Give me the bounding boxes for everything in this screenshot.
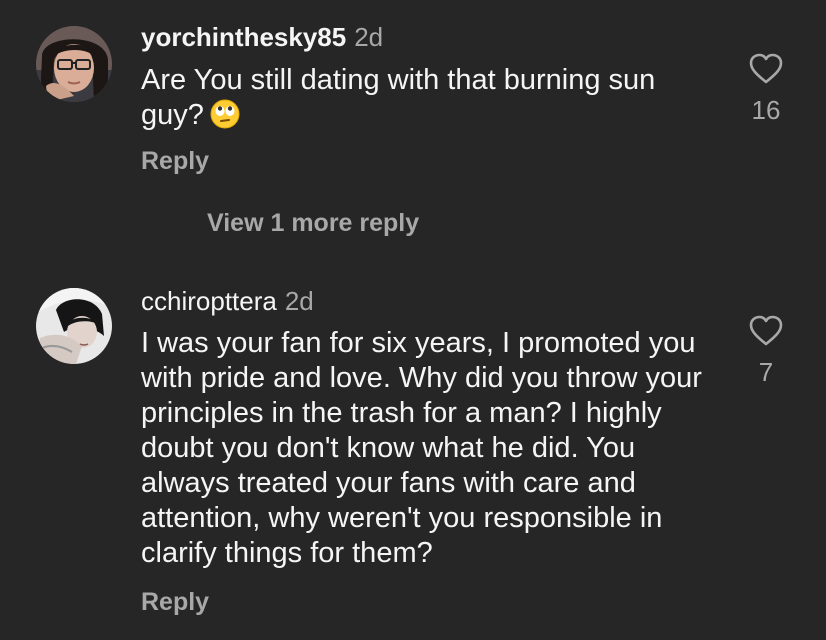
heart-icon[interactable]	[749, 315, 783, 347]
comment-age: 2d	[284, 286, 314, 316]
comment-age: 2d	[354, 22, 384, 52]
heart-icon[interactable]	[749, 53, 783, 85]
avatar-photo	[36, 288, 112, 364]
comment-username[interactable]: yorchinthesky85	[141, 22, 346, 52]
reply-button[interactable]: Reply	[141, 588, 721, 617]
comment-username: cchiropttera	[141, 286, 277, 316]
like-control: 16	[736, 53, 796, 126]
comment-text: Are You still dating with that burning s…	[141, 63, 721, 133]
view-more-replies-button[interactable]: View 1 more reply	[207, 209, 419, 238]
comment-meta: cchiropttera 2d	[141, 284, 721, 318]
avatar[interactable]	[36, 26, 112, 102]
face-with-rolling-eyes-icon	[210, 99, 240, 129]
comment-text: I was your fan for six years, I promoted…	[141, 327, 702, 569]
reply-button[interactable]: Reply	[141, 147, 721, 176]
avatar-photo	[36, 26, 112, 102]
like-count: 16	[751, 95, 781, 125]
like-count: 7	[758, 357, 774, 387]
comment-item: yorchinthesky85 2d Are You still dating w…	[0, 0, 826, 200]
like-control: 7	[736, 315, 796, 388]
comment-body: yorchinthesky85 2d Are You still dating w…	[141, 20, 721, 176]
comment-item: cchiropttera 2d I was your fan for six ye…	[0, 270, 826, 640]
comment-meta: yorchinthesky85 2d	[141, 20, 721, 54]
avatar[interactable]	[36, 288, 112, 364]
comment-body: cchiropttera 2d I was your fan for six ye…	[141, 284, 721, 617]
